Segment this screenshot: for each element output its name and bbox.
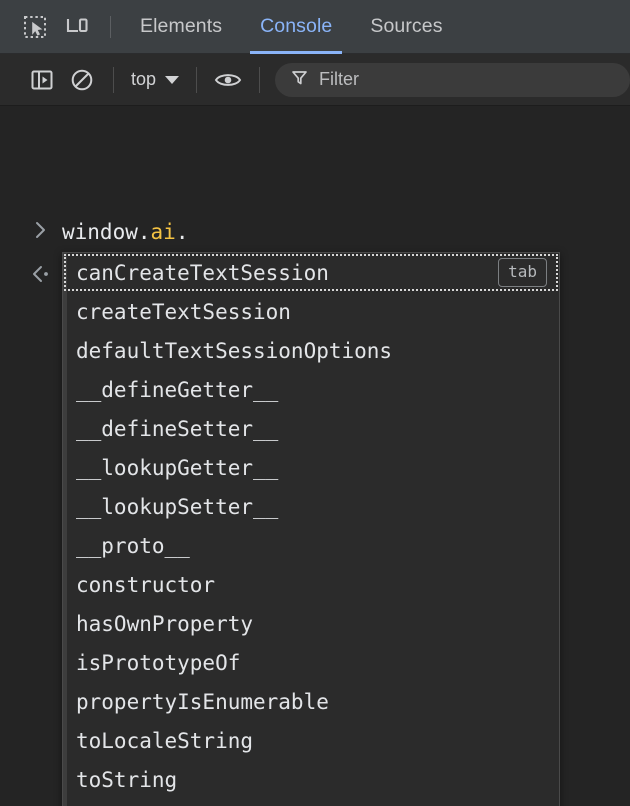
autocomplete-item[interactable]: __lookupGetter__ bbox=[63, 448, 559, 487]
console-prompt-input[interactable]: window.ai. bbox=[62, 219, 188, 245]
autocomplete-popup: canCreateTextSession tab createTextSessi… bbox=[62, 252, 560, 806]
autocomplete-item-label: toString bbox=[76, 767, 178, 792]
devtools-tabbar: Elements Console Sources bbox=[0, 0, 630, 54]
autocomplete-item-label: defaultTextSessionOptions bbox=[76, 338, 393, 363]
autocomplete-item[interactable]: valueOf bbox=[63, 799, 559, 806]
inspect-element-icon[interactable] bbox=[14, 6, 56, 48]
prompt-chevron-icon bbox=[33, 220, 49, 245]
tab-sources-label: Sources bbox=[370, 15, 443, 37]
live-expression-eye-icon[interactable] bbox=[208, 60, 248, 100]
execution-context-selector[interactable]: top bbox=[125, 69, 185, 90]
filter-icon bbox=[291, 69, 308, 91]
console-toolbar: top Filter bbox=[0, 54, 630, 106]
autocomplete-item[interactable]: isPrototypeOf bbox=[63, 643, 559, 682]
tab-elements-label: Elements bbox=[140, 15, 223, 37]
prompt-text-token: ai bbox=[150, 220, 176, 244]
prompt-text-suffix: . bbox=[175, 220, 189, 244]
autocomplete-item-label: createTextSession bbox=[76, 299, 291, 324]
autocomplete-item[interactable]: canCreateTextSession tab bbox=[63, 253, 559, 292]
autocomplete-item-label: toLocaleString bbox=[76, 728, 254, 753]
chevron-down-icon bbox=[165, 75, 180, 84]
autocomplete-item-label: __defineGetter__ bbox=[76, 377, 279, 402]
devtools-window: Elements Console Sources top Filter wind… bbox=[0, 0, 630, 806]
autocomplete-item-label: hasOwnProperty bbox=[76, 611, 254, 636]
autocomplete-item-label: __proto__ bbox=[76, 533, 190, 558]
console-body: window.ai. canCreateTextSession tab crea… bbox=[0, 106, 630, 806]
tab-console[interactable]: Console bbox=[241, 0, 351, 54]
device-toolbar-icon[interactable] bbox=[56, 6, 98, 48]
result-chevron-icon bbox=[30, 264, 52, 289]
autocomplete-item[interactable]: propertyIsEnumerable bbox=[63, 682, 559, 721]
tab-console-label: Console bbox=[260, 15, 333, 37]
autocomplete-item-label: constructor bbox=[76, 572, 216, 597]
console-filter[interactable]: Filter bbox=[275, 62, 630, 97]
prompt-text-prefix: window. bbox=[62, 220, 151, 244]
clear-console-icon[interactable] bbox=[62, 60, 102, 100]
autocomplete-item[interactable]: __defineGetter__ bbox=[63, 370, 559, 409]
filter-input[interactable]: Filter bbox=[319, 69, 359, 90]
autocomplete-item[interactable]: createTextSession bbox=[63, 292, 559, 331]
autocomplete-item-label: propertyIsEnumerable bbox=[76, 689, 329, 714]
execution-context-value: top bbox=[131, 69, 157, 89]
tabbar-divider bbox=[110, 15, 111, 38]
autocomplete-item[interactable]: hasOwnProperty bbox=[63, 604, 559, 643]
autocomplete-item[interactable]: toString bbox=[63, 760, 559, 799]
autocomplete-item[interactable]: __lookupSetter__ bbox=[63, 487, 559, 526]
autocomplete-item[interactable]: __defineSetter__ bbox=[63, 409, 559, 448]
autocomplete-item-label: __lookupGetter__ bbox=[76, 455, 279, 480]
autocomplete-item-label: isPrototypeOf bbox=[76, 650, 241, 675]
toolbar-divider-2 bbox=[196, 66, 198, 93]
autocomplete-item-label: canCreateTextSession bbox=[76, 260, 329, 285]
autocomplete-item[interactable]: constructor bbox=[63, 565, 559, 604]
autocomplete-item-label: __lookupSetter__ bbox=[76, 494, 279, 519]
toolbar-divider-3 bbox=[259, 66, 261, 93]
tab-sources[interactable]: Sources bbox=[351, 0, 461, 54]
autocomplete-item-label: __defineSetter__ bbox=[76, 416, 279, 441]
tab-key-badge: tab bbox=[498, 258, 547, 287]
autocomplete-item[interactable]: toLocaleString bbox=[63, 721, 559, 760]
toolbar-divider-1 bbox=[113, 66, 114, 93]
console-sidebar-toggle-icon[interactable] bbox=[22, 60, 62, 100]
autocomplete-item[interactable]: __proto__ bbox=[63, 526, 559, 565]
autocomplete-item[interactable]: defaultTextSessionOptions bbox=[63, 331, 559, 370]
tab-elements[interactable]: Elements bbox=[121, 0, 241, 54]
